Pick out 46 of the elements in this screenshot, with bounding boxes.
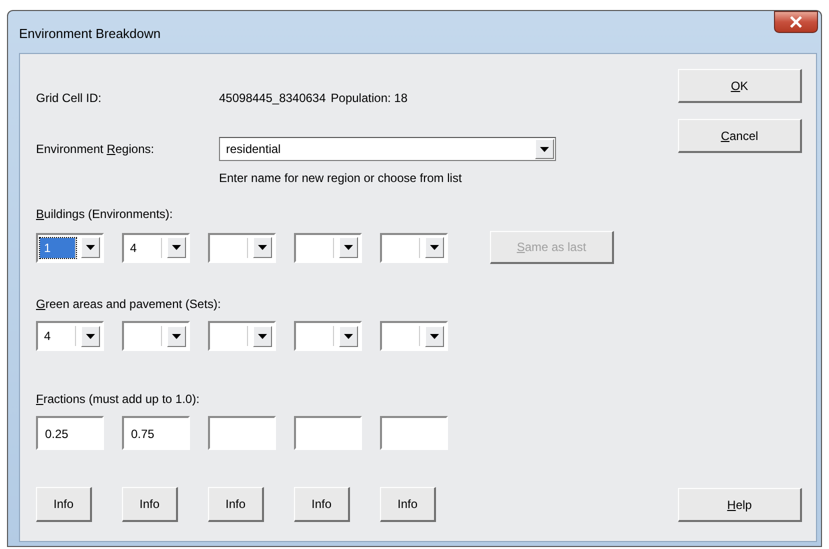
dropdown-arrow-icon [430,245,439,250]
dropdown-arrow-icon [344,245,353,250]
info-button[interactable]: Info [208,487,264,522]
close-icon [789,16,803,28]
building-combo[interactable] [380,232,448,262]
set-combo[interactable] [294,321,362,351]
building-combo[interactable]: 1 [36,232,104,262]
dropdown-arrow-icon [86,334,95,338]
dropdown-arrow-icon [172,245,181,250]
dropdown-arrow-icon [258,334,267,338]
window-title: Environment Breakdown [19,26,161,40]
set-combo[interactable] [208,321,276,351]
dropdown-arrow-icon [344,334,353,338]
fraction-field[interactable] [294,416,362,450]
info-button[interactable]: Info [122,487,178,522]
building-combo[interactable]: 4 [122,232,190,262]
help-button[interactable]: Help [678,488,802,522]
info-button[interactable]: Info [380,487,436,522]
dropdown-arrow-icon [258,245,267,250]
fraction-field[interactable] [380,416,448,450]
population-text: Population: 18 [330,91,408,105]
ok-button[interactable]: OK [678,69,802,103]
dropdown-arrow-icon [430,334,439,338]
sets-label: Green areas and pavement (Sets): [36,297,222,311]
grid-cell-label: Grid Cell ID: [36,91,102,105]
fractions-label: Fractions (must add up to 1.0): [36,392,200,406]
set-combo[interactable] [380,321,448,351]
set-combo[interactable]: 4 [36,321,104,351]
fraction-field[interactable]: 0.75 [122,416,190,450]
dropdown-arrow-icon [172,334,181,338]
dropdown-arrow-icon [540,146,549,152]
fraction-field[interactable]: 0.25 [36,416,104,450]
building-combo[interactable] [294,232,362,262]
set-combo[interactable] [122,321,190,351]
info-button[interactable]: Info [36,487,92,522]
regions-hint: Enter name for new region or choose from list [219,171,463,185]
buildings-label: Buildings (Environments): [36,207,174,221]
close-button[interactable] [774,11,818,33]
regions-combo[interactable]: residential [219,137,556,161]
grid-cell-id: 45098445_8340634 [219,91,326,105]
regions-label: Environment Regions: [36,142,156,156]
dropdown-arrow-icon [86,245,95,250]
building-combo[interactable] [208,232,276,262]
fraction-field[interactable] [208,416,276,450]
cancel-button[interactable]: Cancel [678,119,802,153]
info-button[interactable]: Info [294,487,350,522]
